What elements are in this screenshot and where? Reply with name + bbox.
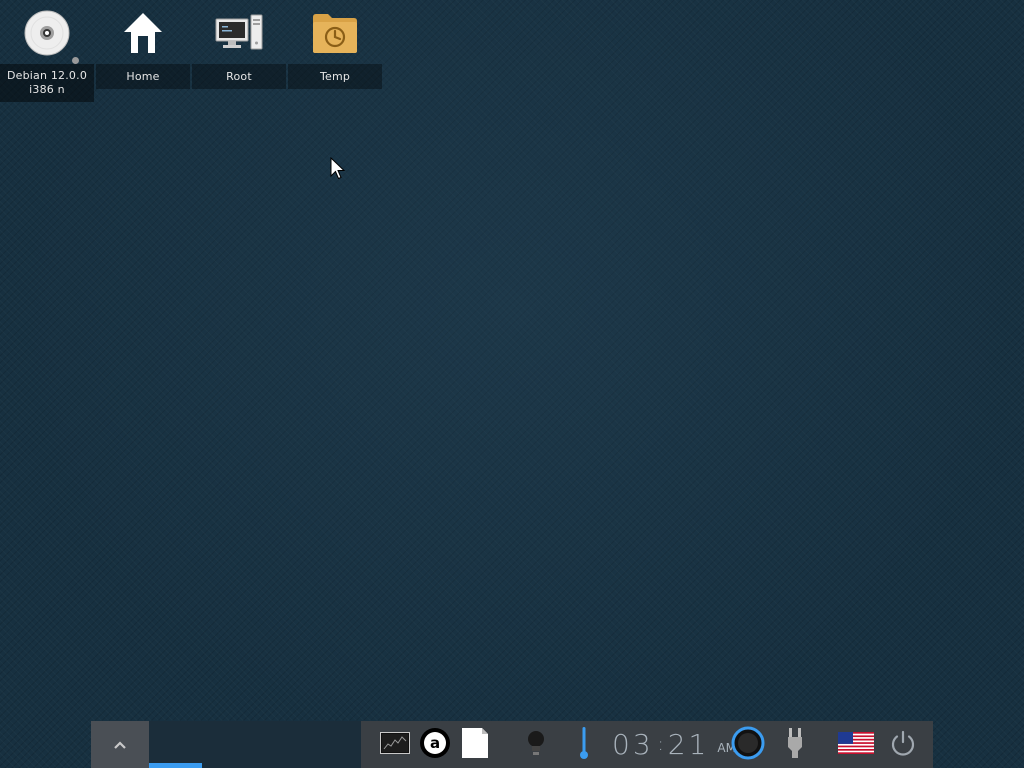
clock-hours: 03 — [612, 728, 654, 761]
app-launcher-a[interactable]: a — [417, 721, 453, 768]
terminal-icon — [380, 731, 410, 758]
computer-icon — [192, 8, 286, 58]
home-icon — [96, 8, 190, 58]
a-circle-app-icon: a — [419, 727, 451, 763]
cd-disc-icon — [0, 8, 94, 58]
lightbulb-icon — [525, 729, 547, 761]
desktop-icon-root[interactable]: Root — [192, 0, 286, 102]
temperature-icon — [579, 726, 589, 764]
tray-network[interactable] — [780, 721, 810, 768]
power-button[interactable] — [887, 721, 919, 768]
clock-separator: : — [657, 734, 664, 755]
active-window-indicator — [149, 763, 202, 768]
mouse-pointer-icon — [330, 156, 346, 185]
tray-brightness[interactable] — [519, 721, 553, 768]
desktop-icon-label: Home — [96, 64, 190, 89]
window-list[interactable] — [149, 721, 361, 768]
clock-minutes: 21 — [667, 728, 710, 761]
circle-status-icon — [730, 725, 766, 765]
desktop-icon-label: Temp — [288, 64, 382, 89]
clock[interactable]: 03 : 21 AM — [612, 721, 736, 768]
power-icon — [889, 729, 917, 761]
taskbar: a 03 : 21 AM — [91, 721, 933, 768]
terminal-launcher[interactable] — [377, 721, 413, 768]
desktop-icon-temp[interactable]: Temp — [288, 0, 382, 102]
keyboard-layout-indicator[interactable] — [835, 721, 877, 768]
tray-status-circle[interactable] — [728, 721, 768, 768]
document-icon — [461, 727, 489, 763]
desktop-icon-home[interactable]: Home — [96, 0, 190, 102]
desktop-icon-label: Root — [192, 64, 286, 89]
svg-text:a: a — [430, 734, 440, 752]
chevron-up-icon — [113, 735, 127, 754]
us-flag-icon — [838, 731, 874, 758]
tray-temperature[interactable] — [569, 721, 599, 768]
mounted-indicator-icon — [72, 57, 79, 64]
desktop-icon-debian-disc[interactable]: Debian 12.0.0 i386 n — [0, 0, 94, 102]
network-plug-icon — [787, 727, 803, 763]
text-editor-launcher[interactable] — [457, 721, 493, 768]
temp-folder-clock-icon — [288, 8, 382, 58]
desktop-icon-label: Debian 12.0.0 i386 n — [0, 64, 94, 102]
show-menu-button[interactable] — [91, 721, 149, 768]
